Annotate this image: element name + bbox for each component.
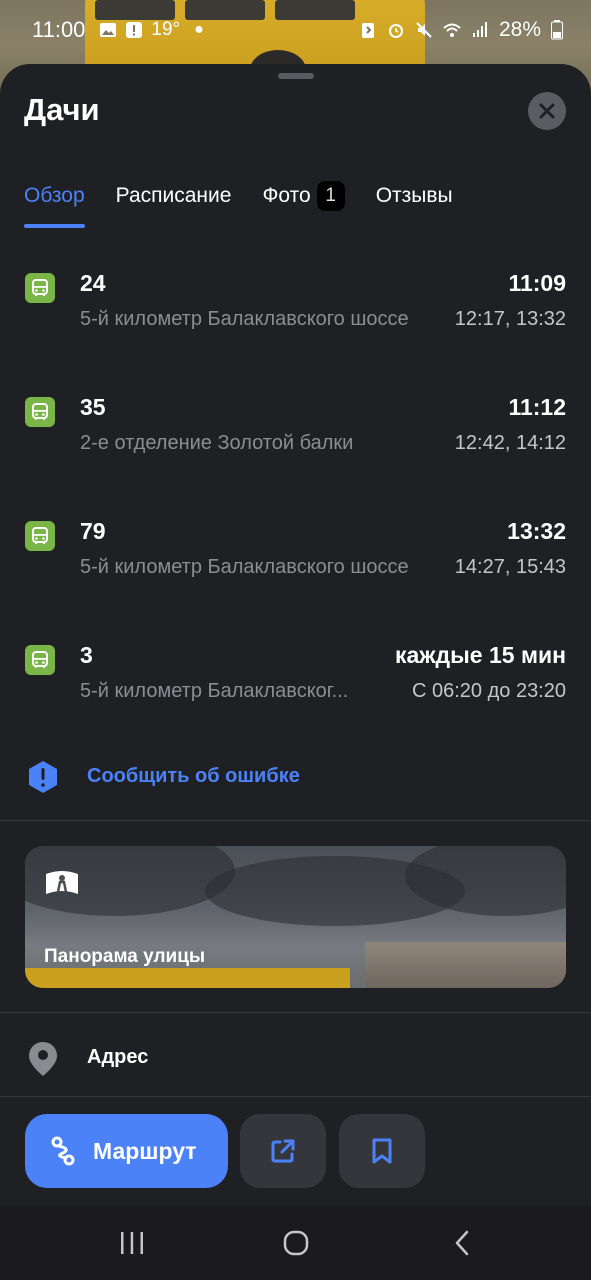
- alarm-icon: [388, 24, 403, 38]
- bookmark-icon: [372, 1138, 392, 1164]
- route-button-label: Маршрут: [93, 1137, 197, 1164]
- panorama-icon: [46, 871, 78, 894]
- battery-icon: [551, 20, 563, 40]
- panorama-label: Панорама улицы: [44, 946, 206, 967]
- bus-icon: [25, 521, 55, 551]
- route-later-arrivals: 12:42, 14:12: [454, 432, 566, 454]
- share-button[interactable]: [240, 1114, 326, 1188]
- route-later-arrivals: С 06:20 до 23:20: [411, 680, 566, 702]
- route-later-arrivals: 14:27, 15:43: [454, 556, 566, 578]
- mute-icon: [416, 22, 432, 38]
- tab-bar: Обзор Расписание Фото 1 Отзывы: [24, 176, 484, 228]
- route-next-arrival: 11:09: [508, 270, 566, 296]
- shield-alert-icon: [29, 761, 57, 793]
- route-later-arrivals: 12:17, 13:32: [454, 308, 566, 330]
- route-number: 35: [80, 394, 106, 420]
- report-error-link[interactable]: Сообщить об ошибке: [0, 758, 591, 798]
- home-icon: [283, 1230, 309, 1256]
- back-icon: [455, 1230, 469, 1256]
- tab-label: Расписание: [115, 184, 232, 207]
- divider: [0, 1096, 591, 1097]
- route-destination: 5-й километр Балаклавског...: [80, 680, 349, 702]
- bus-icon: [25, 397, 55, 427]
- tab-label: Фото: [262, 184, 311, 207]
- route-row[interactable]: 24 5-й километр Балаклавского шоссе 11:0…: [0, 270, 591, 340]
- alert-icon: [126, 22, 143, 38]
- route-button[interactable]: Маршрут: [25, 1114, 228, 1188]
- page-title: Дачи: [24, 92, 100, 127]
- photo-count-badge: 1: [316, 181, 345, 211]
- bus-icon: [25, 645, 55, 675]
- report-error-label: Сообщить об ошибке: [87, 765, 300, 787]
- route-number: 24: [80, 270, 106, 296]
- route-destination: 2-е отделение Золотой балки: [80, 432, 354, 454]
- close-icon: [539, 103, 555, 119]
- system-navigation-bar: [0, 1206, 591, 1280]
- bookmark-button[interactable]: [339, 1114, 425, 1188]
- route-row[interactable]: 3 5-й километр Балаклавског... каждые 15…: [0, 642, 591, 712]
- battery-percent: 28%: [498, 18, 541, 41]
- route-row[interactable]: 35 2-е отделение Золотой балки 11:12 12:…: [0, 394, 591, 464]
- tab-overview[interactable]: Обзор: [24, 176, 85, 228]
- route-destination: 5-й километр Балаклавского шоссе: [80, 308, 409, 330]
- tab-photo[interactable]: Фото 1: [262, 176, 345, 216]
- route-number: 3: [80, 642, 93, 668]
- tab-reviews[interactable]: Отзывы: [376, 176, 453, 216]
- action-bar: Маршрут: [0, 1114, 591, 1188]
- recent-apps-icon: [121, 1232, 143, 1254]
- panorama-buildings: [365, 942, 566, 988]
- route-destination: 5-й километр Балаклавского шоссе: [80, 556, 409, 578]
- close-button[interactable]: [528, 92, 566, 130]
- divider: [0, 1012, 591, 1013]
- status-time: 11:00: [32, 17, 86, 42]
- sheet-drag-handle[interactable]: [278, 73, 314, 79]
- route-icon: [51, 1136, 75, 1166]
- tab-schedule[interactable]: Расписание: [116, 176, 232, 216]
- divider: [0, 820, 591, 821]
- address-label: Адрес: [87, 1046, 149, 1068]
- home-button[interactable]: [281, 1228, 311, 1258]
- route-number: 79: [80, 518, 106, 544]
- tab-label: Обзор: [24, 184, 85, 207]
- share-icon: [271, 1139, 295, 1163]
- bus-icon: [25, 273, 55, 303]
- location-pin-icon: [29, 1042, 57, 1076]
- gallery-icon: [100, 23, 117, 37]
- route-row[interactable]: 79 5-й километр Балаклавского шоссе 13:3…: [0, 518, 591, 588]
- route-next-arrival: каждые 15 мин: [394, 642, 566, 668]
- address-row[interactable]: Адрес: [0, 1039, 591, 1079]
- tab-label: Отзывы: [375, 184, 453, 207]
- street-panorama-card[interactable]: Панорама улицы: [25, 846, 566, 988]
- route-next-arrival: 11:12: [508, 394, 566, 420]
- route-next-arrival: 13:32: [507, 518, 566, 544]
- status-bar: 11:00 19° ● 28%: [0, 0, 591, 60]
- stop-details-sheet: Дачи Обзор Расписание Фото 1 Отзывы 24 5-…: [0, 64, 591, 1206]
- wifi-icon: [443, 23, 461, 37]
- back-button[interactable]: [447, 1228, 477, 1258]
- status-temperature: 19°: [151, 19, 181, 40]
- recent-apps-button[interactable]: [117, 1228, 147, 1258]
- battery-saver-icon: [361, 23, 374, 38]
- panorama-bus: [25, 968, 350, 988]
- dot-icon: ●: [194, 21, 204, 38]
- signal-icon: [472, 22, 487, 37]
